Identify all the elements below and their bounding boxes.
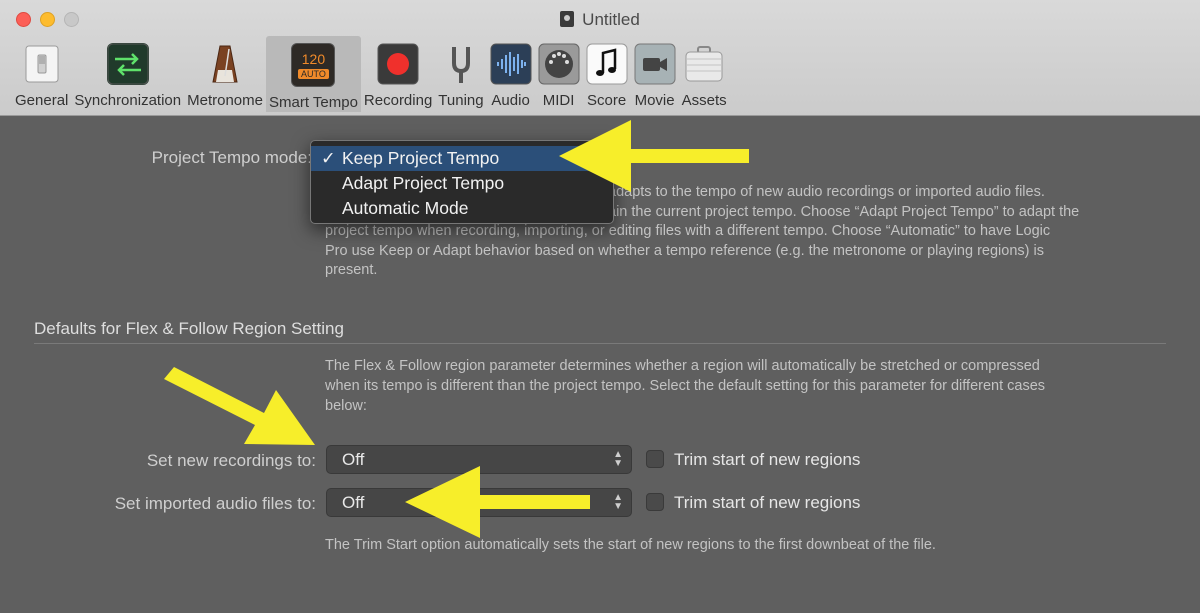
tab-general-label: General: [15, 92, 69, 109]
document-icon: [560, 11, 575, 27]
flex-follow-description-line1: The Flex & Follow region parameter deter…: [325, 358, 1040, 374]
tab-metronome[interactable]: Metronome: [184, 36, 266, 112]
annotation-arrow-icon: [164, 367, 315, 445]
chevron-updown-icon: ▲ ▼: [613, 492, 623, 512]
project-tempo-description-line5: present.: [325, 262, 378, 278]
title-bar: Untitled General Synchronization Metrono…: [0, 0, 1200, 116]
preferences-toolbar: General Synchronization Metronome 120 AU…: [12, 36, 730, 112]
sync-arrows-icon: [106, 43, 149, 85]
new-recordings-trim-checkbox[interactable]: [646, 450, 664, 468]
preferences-window: Untitled General Synchronization Metrono…: [0, 0, 1200, 613]
smart-tempo-icon-badge: AUTO: [298, 68, 329, 79]
section-divider: [34, 343, 1166, 344]
tuning-fork-icon: [440, 43, 482, 85]
imported-audio-label: Set imported audio files to:: [114, 494, 316, 513]
tab-smart-tempo[interactable]: 120 AUTO Smart Tempo: [265, 36, 361, 112]
briefcase-icon: [683, 43, 725, 85]
tab-synchronization-label: Synchronization: [74, 92, 182, 109]
music-note-icon: [586, 43, 628, 85]
tab-synchronization[interactable]: Synchronization: [71, 36, 184, 112]
project-tempo-description-line4: Pro use Keep or Adapt behavior based on …: [325, 243, 1044, 259]
tab-smart-tempo-label: Smart Tempo: [268, 94, 358, 111]
tab-recording-label: Recording: [363, 92, 433, 109]
tab-score-label: Score: [587, 92, 627, 109]
record-icon: [377, 43, 419, 85]
project-tempo-description-line2: ain the current project tempo. Choose “A…: [608, 204, 1080, 220]
smart-tempo-icon: 120 AUTO: [291, 43, 336, 87]
tab-movie[interactable]: Movie: [631, 36, 679, 112]
menu-item-automatic-mode[interactable]: Automatic Mode: [311, 196, 613, 221]
waveform-icon: [490, 43, 532, 85]
annotation-arrow-icon: [405, 466, 590, 538]
flex-follow-description-line2: when its tempo is different than the pro…: [325, 378, 1046, 394]
tab-tuning[interactable]: Tuning: [435, 36, 486, 112]
project-tempo-description-line3: project tempo when recording, importing,…: [325, 223, 1051, 239]
imported-audio-trim-checkbox[interactable]: [646, 493, 664, 511]
tab-metronome-label: Metronome: [187, 92, 263, 109]
imported-audio-trim-label[interactable]: Trim start of new regions: [674, 493, 860, 513]
menu-item-label: Adapt Project Tempo: [342, 173, 505, 193]
menu-item-label: Automatic Mode: [342, 198, 469, 218]
new-recordings-trim-label[interactable]: Trim start of new regions: [674, 450, 860, 470]
switch-icon: [21, 43, 63, 85]
tab-tuning-label: Tuning: [438, 92, 484, 109]
tab-recording[interactable]: Recording: [361, 36, 435, 112]
midi-port-icon: [538, 43, 580, 85]
menu-item-label: Keep Project Tempo: [342, 148, 500, 168]
new-recordings-label: Set new recordings to:: [146, 451, 316, 470]
tab-audio-label: Audio: [491, 92, 530, 109]
imported-audio-select-value: Off: [342, 493, 365, 512]
tab-assets-label: Assets: [681, 92, 727, 109]
window-title-text: Untitled: [582, 10, 640, 29]
flex-follow-section-title: Defaults for Flex & Follow Region Settin…: [34, 319, 344, 338]
tab-movie-label: Movie: [634, 92, 675, 109]
annotation-arrow-icon: [559, 120, 749, 192]
tab-midi[interactable]: MIDI: [535, 36, 583, 112]
tab-midi-label: MIDI: [542, 92, 575, 109]
smart-tempo-icon-number: 120: [301, 50, 326, 67]
checkmark-icon: ✓: [321, 148, 336, 168]
chevron-updown-icon: ▲ ▼: [613, 449, 623, 469]
tab-score[interactable]: Score: [583, 36, 631, 112]
tab-general[interactable]: General: [12, 36, 71, 112]
video-camera-icon: [634, 43, 676, 85]
flex-follow-description-line3: below:: [325, 398, 367, 414]
tab-assets[interactable]: Assets: [679, 36, 730, 112]
project-tempo-mode-label: Project Tempo mode:: [151, 148, 312, 167]
metronome-icon: [204, 43, 246, 85]
window-title: Untitled: [0, 10, 1200, 30]
tab-audio[interactable]: Audio: [487, 36, 535, 112]
new-recordings-select-value: Off: [342, 450, 365, 469]
